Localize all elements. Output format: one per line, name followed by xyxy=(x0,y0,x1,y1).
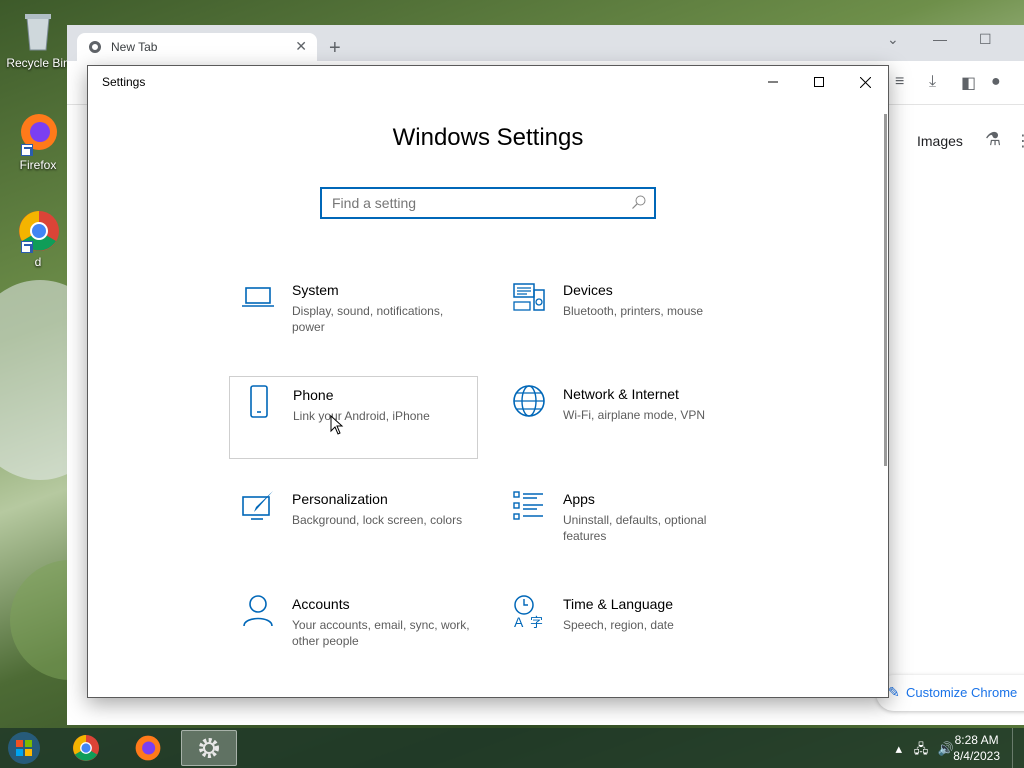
settings-tile-devices[interactable]: Devices Bluetooth, printers, mouse xyxy=(500,272,749,355)
shortcut-arrow-icon xyxy=(21,144,33,156)
tile-title: Phone xyxy=(293,387,334,403)
desktop-icon-chrome[interactable]: d xyxy=(4,207,72,269)
firefox-icon xyxy=(15,110,61,156)
chrome-tab-new-tab[interactable]: New Tab ✕ xyxy=(77,33,317,61)
settings-titlebar: Settings xyxy=(88,66,888,100)
chrome-icon xyxy=(72,734,100,762)
desktop-icon-label: Firefox xyxy=(19,158,57,172)
desktop-icon-firefox[interactable]: Firefox xyxy=(4,110,72,172)
maximize-button[interactable]: ☐ xyxy=(979,31,992,48)
window-title: Settings xyxy=(102,75,146,89)
desktop-icon-label: Recycle Bin xyxy=(6,56,70,70)
maximize-button[interactable] xyxy=(796,66,842,98)
time-language-icon: A字 xyxy=(514,595,543,628)
windows-logo-icon xyxy=(8,732,40,764)
tile-description: Link your Android, iPhone xyxy=(293,409,430,423)
taskbar-settings[interactable] xyxy=(181,730,237,766)
settings-window: Settings Windows Settings System Display… xyxy=(87,65,889,698)
tile-title: Time & Language xyxy=(563,596,673,612)
chrome-favicon-icon xyxy=(89,41,101,53)
pencil-icon: ✎ xyxy=(888,684,900,700)
new-tab-button[interactable]: + xyxy=(329,38,341,58)
tile-title: Accounts xyxy=(292,596,350,612)
show-desktop-button[interactable] xyxy=(1012,728,1024,768)
settings-tile-phone[interactable]: Phone Link your Android, iPhone xyxy=(229,376,478,459)
close-button[interactable] xyxy=(842,66,888,98)
tile-description: Display, sound, notifications, power xyxy=(292,304,444,334)
search-input[interactable] xyxy=(322,189,654,217)
system-tray: ▴ 🖧 🔊 xyxy=(896,740,954,762)
desktop-icon-recycle-bin[interactable]: Recycle Bin xyxy=(4,8,72,70)
network-icon[interactable]: 🖧 xyxy=(914,741,929,756)
customize-chrome-button[interactable]: ✎ Customize Chrome xyxy=(876,675,1024,711)
profile-icon[interactable]: ● xyxy=(991,73,1001,91)
settings-tile-accounts[interactable]: Accounts Your accounts, email, sync, wor… xyxy=(229,586,478,669)
side-panel-icon[interactable]: ◧ xyxy=(961,73,976,93)
tile-title: Apps xyxy=(563,491,595,507)
personalization-icon xyxy=(242,491,273,520)
settings-tile-apps[interactable]: Apps Uninstall, defaults, optional featu… xyxy=(500,481,749,564)
globe-icon xyxy=(513,385,545,417)
tile-description: Wi-Fi, airplane mode, VPN xyxy=(563,408,706,422)
tile-description: Bluetooth, printers, mouse xyxy=(563,304,704,318)
tile-title: Personalization xyxy=(292,491,388,507)
laptop-icon xyxy=(242,287,274,307)
show-hidden-icons-icon[interactable]: ▴ xyxy=(896,741,903,756)
svg-text:字: 字 xyxy=(530,615,543,628)
tile-title: Network & Internet xyxy=(563,386,679,402)
chrome-page-area: Images ⚗ ⋮⋮ xyxy=(889,105,1024,725)
tile-title: System xyxy=(292,282,339,298)
minimize-button[interactable]: — xyxy=(933,31,947,47)
tile-title: Devices xyxy=(563,282,613,298)
desktop-icon-label: d xyxy=(34,255,42,269)
recycle-bin-icon xyxy=(15,8,61,54)
mouse-cursor-icon xyxy=(330,415,344,435)
settings-tile-network-internet[interactable]: Network & Internet Wi-Fi, airplane mode,… xyxy=(500,376,749,459)
settings-tile-personalization[interactable]: Personalization Background, lock screen,… xyxy=(229,481,478,564)
clock-date: 8/4/2023 xyxy=(953,749,1000,763)
google-apps-icon[interactable]: ⋮⋮ xyxy=(1015,131,1024,151)
tile-description: Uninstall, defaults, optional features xyxy=(563,513,707,543)
person-icon xyxy=(243,595,273,627)
chrome-tabstrip: New Tab ✕ + ⌄ — ☐ xyxy=(67,25,1024,61)
tile-description: Speech, region, date xyxy=(563,618,674,632)
settings-tile-system[interactable]: System Display, sound, notifications, po… xyxy=(229,272,478,355)
chevron-down-icon[interactable]: ⌄ xyxy=(887,31,899,48)
flask-icon[interactable]: ⚗ xyxy=(985,129,1001,150)
tab-title: New Tab xyxy=(111,40,158,54)
tile-description: Background, lock screen, colors xyxy=(292,513,463,527)
volume-icon[interactable]: 🔊 xyxy=(938,741,954,756)
gear-icon xyxy=(199,738,219,758)
customize-chrome-label: Customize Chrome xyxy=(906,685,1018,700)
svg-text:A: A xyxy=(514,614,524,628)
tile-description: Your accounts, email, sync, work, other … xyxy=(292,618,470,648)
minimize-button[interactable] xyxy=(750,66,796,98)
clock-time: 8:28 AM xyxy=(954,733,999,747)
taskbar-chrome[interactable] xyxy=(58,730,114,766)
page-title: Windows Settings xyxy=(392,124,584,151)
clock[interactable]: 8:28 AM 8/4/2023 xyxy=(953,732,1000,764)
devices-icon xyxy=(513,283,545,311)
search-icon xyxy=(632,195,646,209)
taskbar-firefox[interactable] xyxy=(120,730,176,766)
settings-tile-time-language[interactable]: A字 Time & Language Speech, region, date xyxy=(500,586,749,669)
start-button[interactable] xyxy=(2,730,46,766)
taskbar: ▴ 🖧 🔊 8:28 AM 8/4/2023 xyxy=(0,728,1024,768)
firefox-icon xyxy=(135,735,161,761)
download-icon[interactable]: ⤓ xyxy=(929,73,936,91)
images-link[interactable]: Images xyxy=(917,133,963,149)
search-field[interactable] xyxy=(320,187,656,219)
apps-list-icon xyxy=(513,491,543,520)
chrome-icon xyxy=(15,207,61,253)
close-tab-icon[interactable]: ✕ xyxy=(295,38,307,55)
phone-icon xyxy=(250,385,268,418)
reading-list-icon[interactable]: ≡ xyxy=(895,73,904,91)
scrollbar[interactable] xyxy=(884,114,887,466)
shortcut-arrow-icon xyxy=(21,241,33,253)
